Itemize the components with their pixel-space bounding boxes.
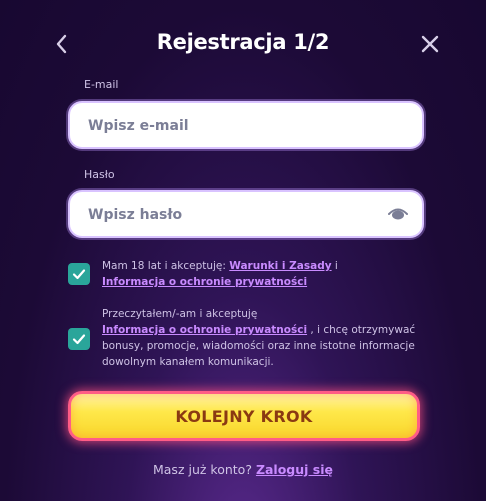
consent-terms-text: Mam 18 lat i akceptuję: Warunki i Zasady…	[102, 258, 432, 290]
login-link[interactable]: Zaloguj się	[256, 462, 333, 477]
consent-terms-checkbox[interactable]	[68, 263, 90, 285]
privacy-link-marketing[interactable]: Informacja o ochronie prywatności	[102, 324, 307, 336]
consent-marketing-before: Przeczytałem/-am i akceptuję	[102, 308, 258, 320]
page-title: Rejestracja 1/2	[156, 30, 330, 54]
close-icon[interactable]	[418, 30, 442, 58]
eye-icon[interactable]	[388, 205, 408, 223]
consent-marketing-checkbox[interactable]	[68, 328, 90, 350]
password-field[interactable]	[86, 192, 380, 238]
consent-terms-before: Mam 18 lat i akceptuję:	[102, 260, 226, 272]
password-label: Hasło	[84, 168, 115, 181]
privacy-link[interactable]: Informacja o ochronie prywatności	[102, 276, 307, 288]
next-step-button[interactable]: KOLEJNY KROK	[68, 391, 420, 441]
next-step-label: KOLEJNY KROK	[175, 406, 313, 426]
login-prompt: Masz już konto? Zaloguj się	[0, 462, 486, 477]
consent-marketing-text: Przeczytałem/-am i akceptuję Informacja …	[102, 306, 432, 370]
header: Rejestracja 1/2	[0, 26, 486, 62]
terms-link[interactable]: Warunki i Zasady	[229, 260, 331, 272]
password-field-wrapper	[68, 190, 424, 238]
email-label: E-mail	[84, 78, 119, 91]
email-field[interactable]	[86, 103, 380, 149]
consent-terms-mid: i	[334, 260, 338, 272]
login-prompt-text: Masz już konto?	[152, 462, 252, 477]
email-field-wrapper	[68, 101, 424, 149]
